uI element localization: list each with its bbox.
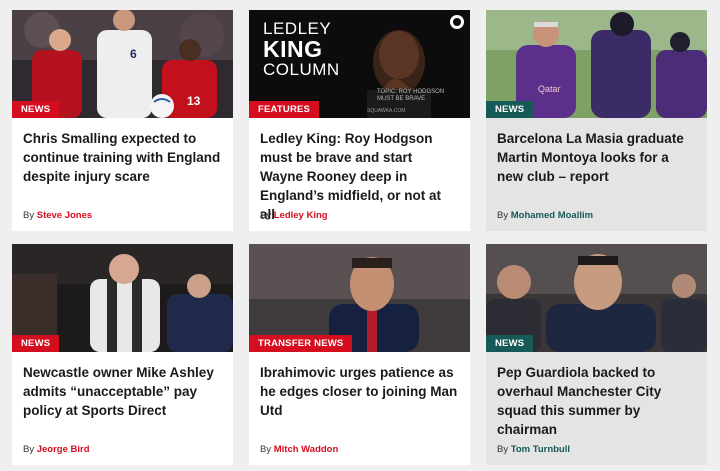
article-byline: By Tom Turnbull xyxy=(497,444,570,455)
category-tag[interactable]: NEWS xyxy=(486,335,534,352)
svg-text:6: 6 xyxy=(130,47,137,61)
author-link[interactable]: Tom Turnbull xyxy=(511,444,570,455)
article-byline: By Steve Jones xyxy=(23,210,92,221)
byline-prefix: By xyxy=(23,444,35,455)
byline-prefix: By xyxy=(23,210,35,221)
article-card-mike-ashley[interactable]: NEWS Newcastle owner Mike Ashley admits … xyxy=(12,244,233,465)
byline-prefix: By xyxy=(260,210,272,221)
article-headline[interactable]: Chris Smalling expected to continue trai… xyxy=(12,118,233,186)
article-card-smalling[interactable]: 6 13 NEWS Chris Smalling expected to con… xyxy=(12,10,233,231)
article-byline: By Mohamed Moallim xyxy=(497,210,593,221)
category-tag[interactable]: NEWS xyxy=(12,335,60,352)
article-thumbnail[interactable]: 6 13 NEWS xyxy=(12,10,233,118)
article-headline[interactable]: Ibrahimovic urges patience as he edges c… xyxy=(249,352,470,420)
article-card-ibrahimovic[interactable]: TRANSFER NEWS Ibrahimovic urges patience… xyxy=(249,244,470,465)
column-title-line2: KING xyxy=(263,36,323,62)
article-card-montoya[interactable]: Qatar NEWS Barcelona La Masia graduate M… xyxy=(486,10,707,231)
article-byline: By Jeorge Bird xyxy=(23,444,90,455)
author-link[interactable]: Ledley King xyxy=(274,210,328,221)
site-watermark: SQUAWKA.COM xyxy=(367,108,406,114)
article-card-guardiola[interactable]: NEWS Pep Guardiola backed to overhaul Ma… xyxy=(486,244,707,465)
author-link[interactable]: Jeorge Bird xyxy=(37,444,90,455)
qatar-shirt-text: Qatar xyxy=(538,84,561,94)
article-card-ledley-king[interactable]: LEDLEY KING COLUMN TOPIC: ROY HODGSON MU… xyxy=(249,10,470,231)
article-headline[interactable]: Ledley King: Roy Hodgson must be brave a… xyxy=(249,118,470,224)
category-tag[interactable]: NEWS xyxy=(486,101,534,118)
article-headline[interactable]: Barcelona La Masia graduate Martin Monto… xyxy=(486,118,707,186)
column-title-line3: COLUMN xyxy=(263,60,340,79)
column-topic-line2: MUST BE BRAVE xyxy=(377,96,426,102)
article-thumbnail[interactable]: LEDLEY KING COLUMN TOPIC: ROY HODGSON MU… xyxy=(249,10,470,118)
article-headline[interactable]: Pep Guardiola backed to overhaul Manches… xyxy=(486,352,707,439)
column-topic-line1: TOPIC: ROY HODGSON xyxy=(377,89,445,95)
column-topic-overlay: TOPIC: ROY HODGSON MUST BE BRAVE xyxy=(377,89,444,103)
author-link[interactable]: Steve Jones xyxy=(37,210,92,221)
category-tag[interactable]: FEATURES xyxy=(249,101,320,118)
svg-text:13: 13 xyxy=(187,94,201,108)
article-byline: By Mitch Waddon xyxy=(260,444,338,455)
article-headline[interactable]: Newcastle owner Mike Ashley admits “unac… xyxy=(12,352,233,420)
author-link[interactable]: Mitch Waddon xyxy=(274,444,339,455)
article-thumbnail[interactable]: TRANSFER NEWS xyxy=(249,244,470,352)
column-title-overlay: LEDLEY KING COLUMN xyxy=(263,20,340,79)
article-thumbnail[interactable]: Qatar NEWS xyxy=(486,10,707,118)
byline-prefix: By xyxy=(260,444,272,455)
article-thumbnail[interactable]: NEWS xyxy=(486,244,707,352)
byline-prefix: By xyxy=(497,444,509,455)
author-link[interactable]: Mohamed Moallim xyxy=(511,210,593,221)
byline-prefix: By xyxy=(497,210,509,221)
article-byline: By Ledley King xyxy=(260,210,328,221)
article-grid: 6 13 NEWS Chris Smalling expected to con… xyxy=(12,10,707,465)
article-thumbnail[interactable]: NEWS xyxy=(12,244,233,352)
category-tag[interactable]: TRANSFER NEWS xyxy=(249,335,353,352)
category-tag[interactable]: NEWS xyxy=(12,101,60,118)
